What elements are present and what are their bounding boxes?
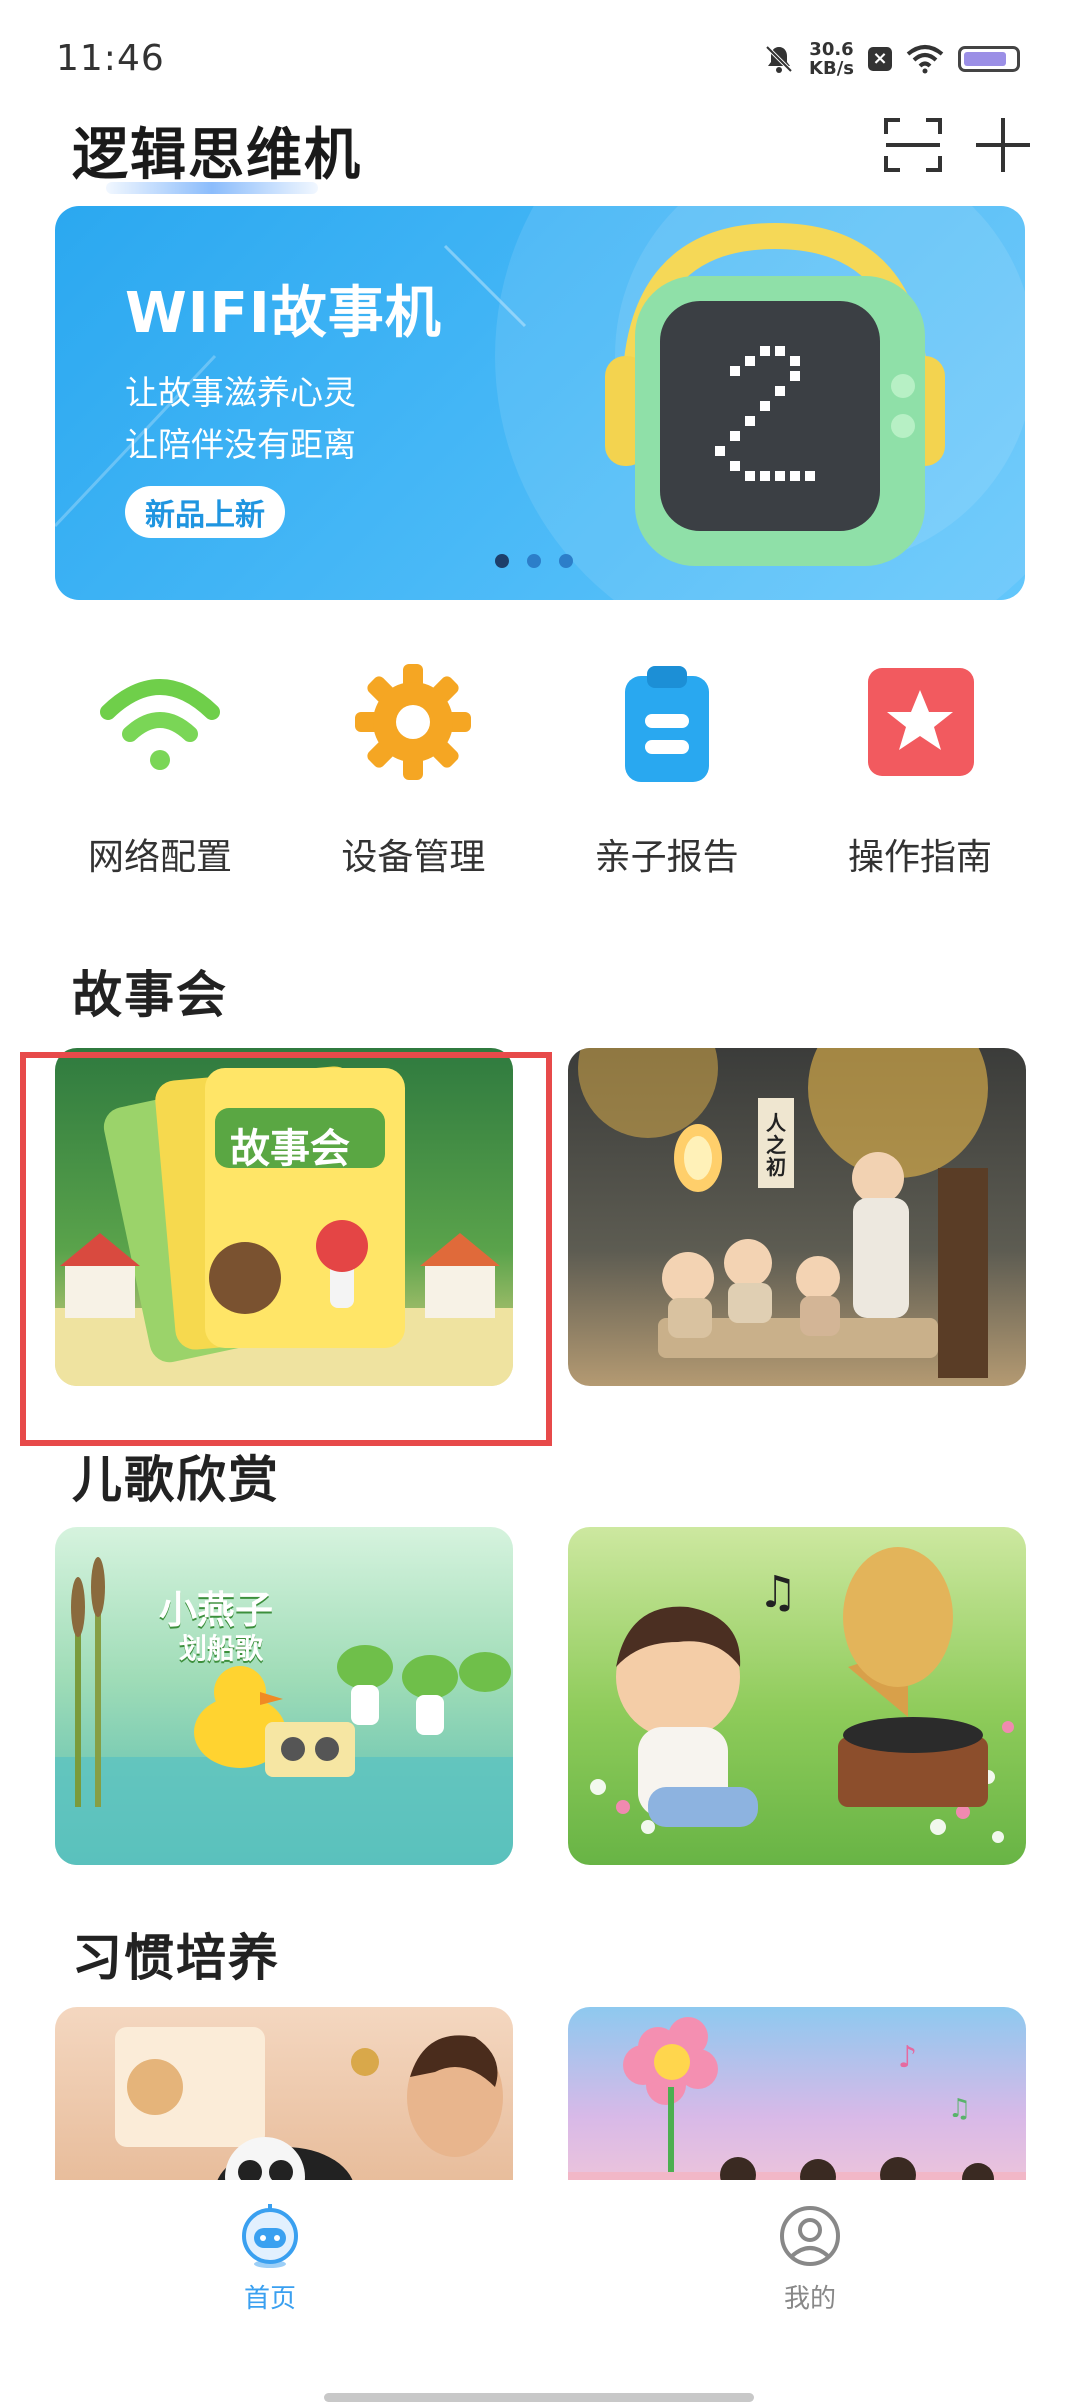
story-card-1-caption: 故事会 — [230, 1126, 350, 1172]
wifi-icon — [100, 679, 220, 770]
section-title-stories: 故事会 — [72, 966, 228, 1024]
pagination-dot-1 — [495, 554, 509, 568]
habit-card-1[interactable] — [55, 2007, 513, 2207]
wifi-status-icon — [906, 45, 944, 74]
mute-bell-icon — [765, 45, 793, 73]
quick-actions: 网络配置 设备管理 亲子报告 操作指南 — [55, 640, 1025, 880]
banner-pagination — [495, 554, 573, 568]
star-icon — [867, 668, 974, 776]
habit-card-1-illustration — [115, 2027, 503, 2207]
banner-title: WIFI故事机 — [125, 281, 442, 346]
status-bar: 11:46 30.6 KB/s × — [0, 0, 1080, 110]
banner-subtitle-2: 让陪伴没有距离 — [125, 425, 356, 464]
user-profile-icon — [780, 2206, 840, 2266]
status-time: 11:46 — [56, 38, 165, 79]
notification-x-icon: × — [868, 47, 892, 71]
quick-label: 操作指南 — [847, 837, 992, 878]
quick-label: 设备管理 — [341, 837, 486, 878]
bottom-nav: 首页 我的 — [0, 2180, 1080, 2408]
nav-home[interactable]: 首页 — [200, 2200, 340, 2315]
home-indicator[interactable] — [324, 2393, 754, 2402]
robot-home-icon — [242, 2204, 298, 2268]
svg-text:♪: ♪ — [898, 2040, 917, 2075]
pagination-dot-2 — [527, 554, 541, 568]
pagination-dot-3 — [559, 554, 573, 568]
quick-device-manage[interactable]: 设备管理 — [308, 640, 518, 880]
banner-subtitle-1: 让故事滋养心灵 — [125, 373, 356, 412]
gear-icon — [355, 664, 472, 780]
song-card-2[interactable]: ♫ — [568, 1527, 1026, 1865]
nav-me[interactable]: 我的 — [740, 2200, 880, 2315]
habit-card-2[interactable]: ♪ ♫ — [568, 2007, 1026, 2207]
svg-text:♫: ♫ — [758, 1567, 797, 1618]
section-title-habits: 习惯培养 — [72, 1929, 280, 1987]
song-card-1[interactable]: 小燕子 划船歌 — [55, 1527, 513, 1865]
quick-family-report[interactable]: 亲子报告 — [562, 640, 772, 880]
status-icons: 30.6 KB/s × — [763, 40, 1020, 78]
quick-network-config[interactable]: 网络配置 — [55, 640, 265, 880]
title-underline — [106, 182, 318, 194]
scan-icon[interactable] — [880, 112, 946, 178]
svg-text:♫: ♫ — [948, 2094, 971, 2124]
habit-card-2-illustration: ♪ ♫ — [568, 2017, 1026, 2207]
story-card-2[interactable]: 人之初 — [568, 1048, 1026, 1386]
new-product-badge[interactable]: 新品上新 — [125, 486, 285, 538]
song-card-2-illustration: ♫ — [590, 1547, 1014, 1843]
network-speed-unit: KB/s — [809, 58, 854, 79]
song-card-1-caption-2: 划船歌 — [179, 1632, 264, 1665]
quick-label: 网络配置 — [87, 837, 232, 878]
promo-banner[interactable]: WIFI故事机 让故事滋养心灵 让陪伴没有距离 新品上新 — [55, 206, 1025, 600]
story-machine-illustration — [605, 222, 945, 566]
battery-icon — [958, 46, 1020, 72]
quick-operation-guide[interactable]: 操作指南 — [815, 640, 1025, 880]
nav-home-label: 首页 — [243, 2284, 296, 2314]
add-icon[interactable] — [970, 112, 1036, 178]
network-speed-value: 30.6 — [809, 39, 854, 60]
story-card-illustration — [55, 1066, 513, 1386]
quick-label: 亲子报告 — [594, 837, 739, 878]
song-card-1-illustration — [55, 1557, 513, 1865]
story-card-1[interactable]: 故事会 — [55, 1048, 513, 1386]
story-card-2-illustration — [578, 1048, 988, 1378]
nav-me-label: 我的 — [783, 2284, 836, 2314]
story-card-2-caption: 人之初 — [766, 1111, 786, 1179]
network-speed: 30.6 KB/s — [809, 40, 854, 78]
song-card-1-caption-1: 小燕子 — [159, 1588, 274, 1632]
page-title: 逻辑思维机 — [72, 123, 362, 188]
section-title-songs: 儿歌欣赏 — [72, 1451, 280, 1509]
clipboard-icon — [624, 666, 709, 782]
